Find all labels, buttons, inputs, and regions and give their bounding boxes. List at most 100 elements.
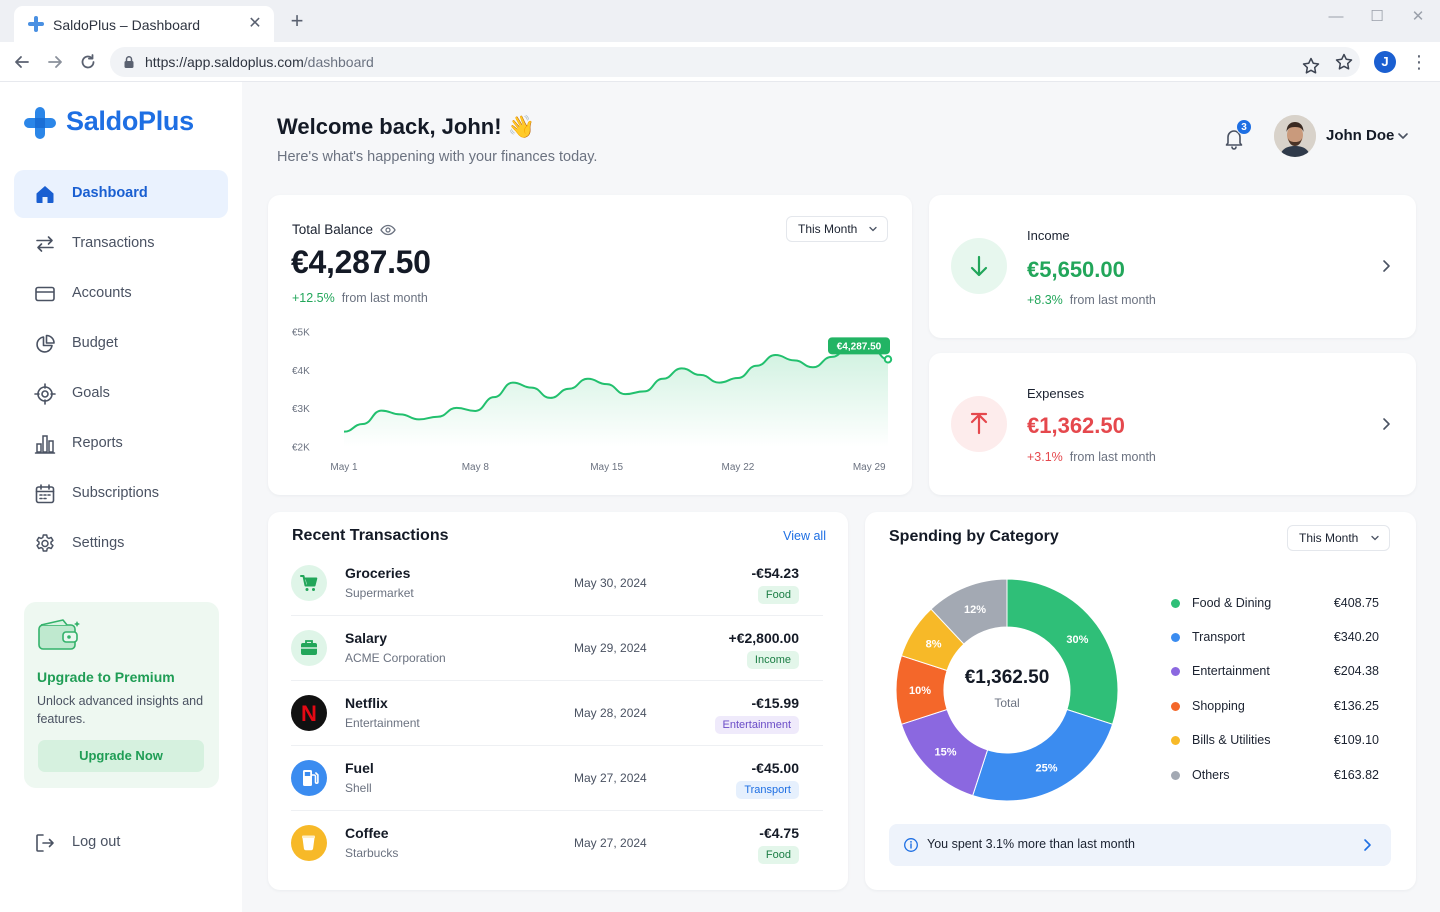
briefcase-icon [291, 630, 327, 666]
transaction-merchant: Shell [345, 781, 372, 795]
avatar[interactable] [1274, 115, 1316, 157]
transaction-date: May 27, 2024 [574, 771, 647, 785]
legend-value: €163.82 [1333, 768, 1379, 782]
x-tick-label: May 15 [590, 462, 623, 473]
y-tick-label: €4K [292, 366, 310, 377]
category-tag: Income [746, 651, 799, 669]
transaction-amount: -€54.23 [751, 565, 799, 581]
sidebar-item-dashboard[interactable]: Dashboard [14, 170, 228, 218]
recent-transactions-title: Recent Transactions [292, 527, 449, 544]
period-select-value: This Month [798, 222, 858, 236]
x-tick-label: May 8 [462, 462, 490, 473]
sidebar-item-budget[interactable]: Budget [14, 320, 228, 368]
chevron-right-icon[interactable] [1378, 416, 1394, 432]
eye-icon[interactable] [380, 222, 396, 238]
expenses-change-suffix: from last month [1069, 450, 1156, 464]
legend-dot [1171, 599, 1180, 608]
sidebar-item-accounts[interactable]: Accounts [14, 270, 228, 318]
table-row[interactable]: Fuel Shell May 27, 2024 -€45.00 Transpor… [291, 746, 823, 811]
donut-total-amount: €1,362.50 [964, 667, 1050, 688]
netflix-logo-icon: N [291, 695, 327, 731]
transaction-name: Groceries [345, 565, 411, 581]
income-change-value: +8.3% [1027, 293, 1063, 307]
brand-name: SaldoPlus [66, 106, 194, 136]
transaction-merchant: Supermarket [345, 586, 414, 600]
address-bar[interactable]: https://app.saldoplus.com/dashboard [110, 47, 1360, 77]
balance-period-select[interactable]: This Month [786, 216, 888, 242]
legend-value: €340.20 [1333, 630, 1379, 644]
table-row[interactable]: Salary ACME Corporation May 29, 2024 +€2… [291, 616, 823, 681]
table-row[interactable]: Groceries Supermarket May 30, 2024 -€54.… [291, 551, 823, 616]
legend-name: Food & Dining [1192, 596, 1272, 610]
forward-icon[interactable] [44, 51, 66, 73]
donut-slice-label: 15% [934, 747, 956, 759]
balance-end-point[interactable] [883, 355, 893, 364]
chevron-right-icon[interactable] [1359, 837, 1375, 853]
chevron-down-icon [869, 226, 877, 232]
upgrade-now-button[interactable]: Upgrade Now [38, 740, 204, 772]
legend-dot [1171, 771, 1180, 780]
chevron-down-icon[interactable] [1396, 129, 1410, 143]
table-row[interactable]: N Netflix Entertainment May 28, 2024 -€1… [291, 681, 823, 746]
transaction-merchant: Entertainment [345, 716, 420, 730]
x-tick-label: May 1 [330, 462, 358, 473]
notification-badge: 3 [1236, 119, 1252, 135]
legend-name: Shopping [1192, 699, 1245, 713]
transaction-merchant: ACME Corporation [345, 651, 446, 665]
window-close-icon[interactable]: ✕ [1409, 8, 1427, 26]
browser-tab[interactable]: SaldoPlus – Dashboard ✕ [14, 6, 274, 42]
sidebar-item-settings[interactable]: Settings [14, 520, 228, 568]
expenses-amount: €1,362.50 [1027, 413, 1125, 438]
tab-close-icon[interactable]: ✕ [246, 15, 264, 33]
maximize-icon[interactable]: ☐ [1368, 8, 1386, 26]
donut-slice[interactable] [972, 708, 1114, 802]
reading-list-star-icon[interactable] [1334, 52, 1354, 72]
main-content: Welcome back, John! 👋 Here's what's happ… [242, 82, 1440, 912]
transaction-date: May 27, 2024 [574, 836, 647, 850]
browser-menu-icon[interactable]: ⋮ [1410, 51, 1428, 73]
sidebar-item-label: Dashboard [72, 185, 148, 201]
legend-dot [1171, 736, 1180, 745]
sidebar-item-transactions[interactable]: Transactions [14, 220, 228, 268]
sidebar: SaldoPlus Dashboard Transactions Account… [0, 82, 242, 912]
saldoplus-favicon-icon [28, 16, 44, 32]
legend-value: €136.25 [1333, 699, 1379, 713]
x-tick-label: May 22 [722, 462, 755, 473]
reload-icon[interactable] [77, 51, 99, 73]
donut-total-label: Total [994, 696, 1020, 710]
chevron-right-icon[interactable] [1378, 258, 1394, 274]
balance-change-suffix: from last month [341, 291, 428, 305]
category-tag: Transport [736, 781, 799, 799]
balance-end-tooltip: €4,287.50 [828, 337, 890, 355]
wallet-illustration-icon [38, 619, 80, 650]
sidebar-item-subscriptions[interactable]: Subscriptions [14, 470, 228, 518]
transaction-amount: +€2,800.00 [728, 630, 799, 646]
browser-profile-avatar[interactable]: J [1374, 51, 1396, 73]
user-name[interactable]: John Doe [1326, 127, 1394, 144]
legend-value: €204.38 [1333, 664, 1379, 678]
donut-slice-label: 30% [1066, 634, 1088, 646]
swap-arrows-icon [36, 236, 54, 252]
spending-title: Spending by Category [889, 528, 1059, 545]
new-tab-icon[interactable]: + [286, 10, 308, 32]
spending-insight-banner[interactable]: You spent 3.1% more than last month [889, 824, 1391, 866]
lock-icon[interactable] [122, 55, 136, 69]
back-icon[interactable] [11, 51, 33, 73]
expenses-card[interactable]: Expenses €1,362.50 +3.1% from last month [929, 353, 1416, 495]
sidebar-item-reports[interactable]: Reports [14, 420, 228, 468]
transaction-name: Coffee [345, 825, 389, 841]
coffee-cup-icon [291, 825, 327, 861]
table-row[interactable]: Coffee Starbucks May 27, 2024 -€4.75 Foo… [291, 811, 823, 876]
income-card[interactable]: Income €5,650.00 +8.3% from last month [929, 195, 1416, 338]
sidebar-item-label: Budget [72, 335, 118, 351]
insight-text: You spent 3.1% more than last month [927, 837, 1136, 851]
bookmark-star-icon[interactable] [1301, 56, 1321, 76]
minimize-icon[interactable]: — [1327, 8, 1345, 26]
sidebar-item-goals[interactable]: Goals [14, 370, 228, 418]
logout-button[interactable]: Log out [14, 819, 228, 867]
view-all-link[interactable]: View all [783, 529, 826, 543]
balance-change: +12.5% from last month [292, 291, 428, 305]
spending-period-select[interactable]: This Month [1287, 525, 1390, 551]
cart-icon [291, 565, 327, 601]
transaction-date: May 29, 2024 [574, 641, 647, 655]
